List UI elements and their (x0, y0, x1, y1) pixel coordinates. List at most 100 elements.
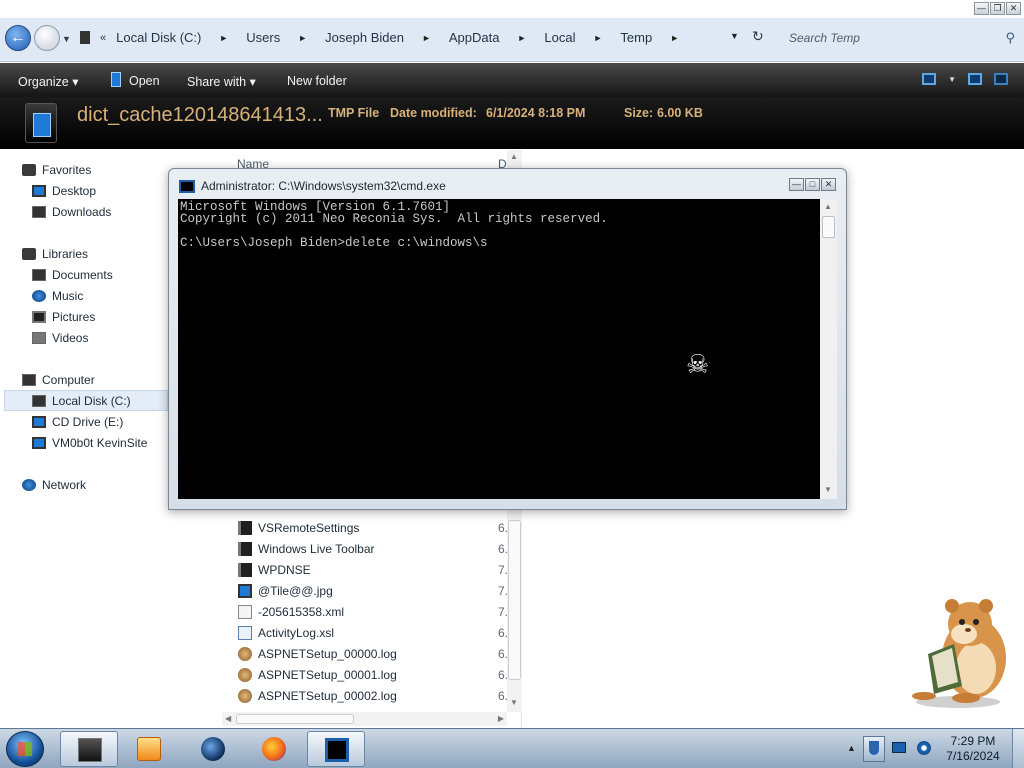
nav-libraries[interactable]: Libraries (22, 244, 88, 264)
nav-label: Pictures (52, 310, 96, 324)
open-button[interactable]: Open (129, 74, 160, 88)
preview-pane-icon[interactable] (968, 73, 982, 85)
nav-pictures[interactable]: Pictures (32, 307, 95, 327)
breadcrumb-arrow-icon[interactable]: ► (517, 33, 526, 43)
share-with-button[interactable]: Share with ▾ (187, 74, 256, 89)
breadcrumb-arrow-icon[interactable]: ► (593, 33, 602, 43)
breadcrumb-arrow-icon[interactable]: ► (219, 33, 228, 43)
scroll-up-arrow-icon[interactable]: ▲ (824, 202, 832, 211)
breadcrumb-overflow[interactable]: « (100, 32, 106, 44)
nav-videos[interactable]: Videos (32, 328, 88, 348)
cmd-minimize-button[interactable]: — (789, 178, 804, 191)
display-monitor-icon[interactable] (892, 742, 906, 753)
list-item[interactable]: ASPNETSetup_00002.log 6. (238, 686, 508, 706)
nav-network[interactable]: Network (22, 475, 86, 495)
list-item[interactable]: ASPNETSetup_00001.log 6. (238, 665, 508, 685)
mascot-ear (979, 599, 993, 613)
file-list-horizontal-scrollbar[interactable]: ◀ ▶ (222, 712, 507, 726)
list-item[interactable]: WPDNSE 7. (238, 560, 508, 580)
address-bar-region: ← ▼ « Local Disk (C:) ► Users ► Joseph B… (0, 18, 1024, 62)
nav-music[interactable]: Music (32, 286, 83, 306)
help-icon[interactable] (994, 73, 1008, 85)
videos-icon (32, 332, 46, 344)
nav-label: Desktop (52, 184, 97, 198)
list-item[interactable]: ASPNETSetup_00000.log 6. (238, 644, 508, 664)
nav-local-disk[interactable]: Local Disk (C:) (32, 391, 131, 411)
breadcrumb-segment[interactable]: Local Disk (C:) (116, 30, 201, 45)
breadcrumb-segment[interactable]: AppData (449, 30, 500, 45)
breadcrumb-arrow-icon[interactable]: ► (670, 33, 679, 43)
back-button[interactable]: ← (5, 25, 31, 51)
list-item[interactable]: @Tile@@.jpg 7. (238, 581, 508, 601)
taskbar-cmd-button[interactable] (307, 731, 365, 767)
volume-speaker-icon[interactable] (917, 741, 931, 755)
documents-icon (32, 269, 46, 281)
nav-desktop[interactable]: Desktop (32, 181, 96, 201)
folder-icon (80, 31, 90, 44)
scroll-thumb[interactable] (236, 714, 354, 724)
cmd-window-controls: — □ ✕ (789, 178, 836, 191)
nav-documents[interactable]: Documents (32, 265, 113, 285)
nav-label: Local Disk (C:) (52, 394, 131, 408)
date-modified-value: 6/1/2024 8:18 PM (486, 106, 586, 120)
system-tray: ▲ 7:29 PM 7/16/2024 (840, 729, 1024, 768)
cmd-window[interactable]: Administrator: C:\Windows\system32\cmd.e… (168, 168, 847, 510)
taskbar-explorer-button[interactable] (60, 731, 118, 767)
console-scrollbar[interactable]: ▲ ▼ (820, 199, 837, 499)
minimize-button[interactable]: — (974, 2, 989, 15)
breadcrumb-segment[interactable]: Users (246, 30, 280, 45)
scroll-thumb[interactable] (508, 520, 521, 680)
scroll-down-arrow-icon[interactable]: ▼ (510, 698, 518, 707)
scroll-right-arrow-icon[interactable]: ▶ (498, 714, 504, 723)
show-hidden-icons-arrow-icon[interactable]: ▲ (847, 743, 856, 753)
taskbar-media-player-button[interactable] (120, 731, 178, 767)
breadcrumb-arrow-icon[interactable]: ► (422, 33, 431, 43)
scroll-down-arrow-icon[interactable]: ▼ (824, 485, 832, 494)
open-app-icon[interactable] (111, 72, 121, 87)
taskbar-firefox-button[interactable] (245, 731, 303, 767)
security-shield-icon[interactable] (863, 736, 885, 762)
list-item[interactable]: ActivityLog.xsl 6. (238, 623, 508, 643)
file-name: VSRemoteSettings (258, 521, 360, 535)
breadcrumb-segment[interactable]: Joseph Biden (325, 30, 404, 45)
list-item[interactable]: VSRemoteSettings 6. (238, 518, 508, 538)
close-button[interactable]: ✕ (1006, 2, 1021, 15)
show-desktop-button[interactable] (1012, 729, 1024, 768)
start-button[interactable] (6, 731, 44, 767)
scroll-left-arrow-icon[interactable]: ◀ (225, 714, 231, 723)
search-icon[interactable]: ⚲ (1005, 30, 1015, 46)
organize-button[interactable]: Organize ▾ (18, 74, 78, 89)
clock[interactable]: 7:29 PM 7/16/2024 (940, 734, 1006, 764)
nav-downloads[interactable]: Downloads (32, 202, 111, 222)
change-view-icon[interactable] (922, 73, 937, 85)
forward-button[interactable] (34, 25, 60, 51)
drive-icon (32, 395, 46, 407)
new-folder-button[interactable]: New folder (287, 74, 347, 88)
refresh-icon[interactable]: ↻ (752, 28, 764, 45)
list-item[interactable]: Windows Live Toolbar 6. (238, 539, 508, 559)
search-input[interactable]: Search Temp ⚲ (777, 26, 1021, 52)
scroll-up-arrow-icon[interactable]: ▲ (510, 152, 518, 161)
cmd-close-button[interactable]: ✕ (821, 178, 836, 191)
console-output[interactable]: Microsoft Windows [Version 6.1.7601] Cop… (178, 199, 820, 499)
size-label: Size: (624, 106, 654, 120)
breadcrumb-segment[interactable]: Temp (620, 30, 652, 45)
list-item[interactable]: -205615358.xml 7. (238, 602, 508, 622)
mascot-eye (959, 619, 965, 625)
nav-favorites[interactable]: Favorites (22, 160, 91, 180)
nav-network-drive[interactable]: VM0b0t KevinSite (32, 433, 147, 453)
breadcrumb-segment[interactable]: Local (544, 30, 575, 45)
address-dropdown-icon[interactable]: ▼ (730, 31, 739, 41)
taskbar-browser-button[interactable] (184, 731, 242, 767)
cmd-maximize-button[interactable]: □ (805, 178, 820, 191)
nav-cd-drive[interactable]: CD Drive (E:) (32, 412, 123, 432)
breadcrumb-arrow-icon[interactable]: ► (298, 33, 307, 43)
view-dropdown-icon[interactable]: ▼ (948, 75, 956, 84)
breadcrumb[interactable]: « Local Disk (C:) ► Users ► Joseph Biden… (80, 30, 697, 45)
scroll-thumb[interactable] (822, 216, 835, 238)
hamster-reading-mascot[interactable] (906, 598, 1016, 710)
recent-pages-dropdown[interactable]: ▼ (62, 34, 71, 44)
nav-computer[interactable]: Computer (22, 370, 95, 390)
cmd-title-bar[interactable]: Administrator: C:\Windows\system32\cmd.e… (179, 179, 446, 193)
restore-button[interactable]: ❐ (990, 2, 1005, 15)
